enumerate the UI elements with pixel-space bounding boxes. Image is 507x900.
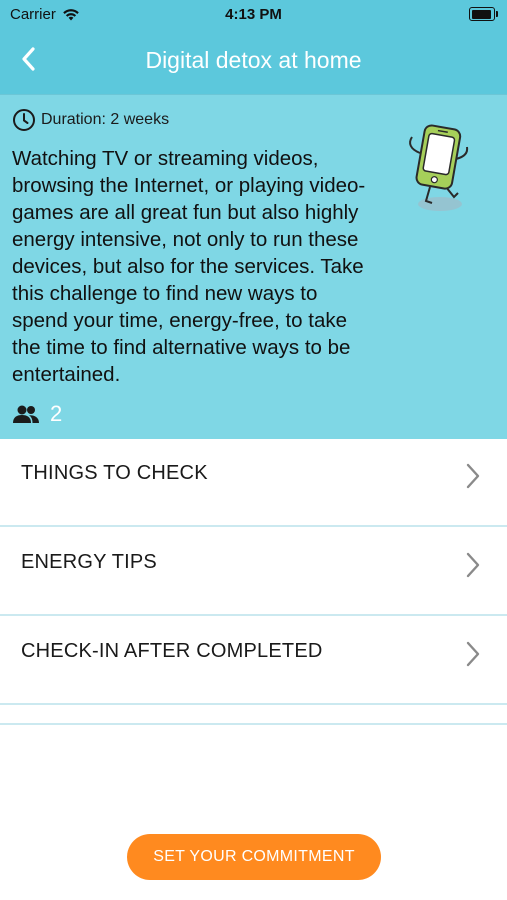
list-divider [0,705,507,725]
challenge-description: Watching TV or streaming videos, browsin… [12,147,366,386]
people-icon [13,405,39,423]
participants-info: 2 [12,401,62,427]
duration-label: Duration: 2 weeks [41,111,170,128]
clock-icon [13,109,35,131]
section-row-check-in[interactable]: CHECK-IN AFTER COMPLETED [0,616,507,705]
duration-info: Duration: 2 weeks [12,108,169,132]
clock: 4:13 PM [225,6,282,23]
smartphone-mascot-illustration [409,124,469,211]
section-label: CHECK-IN AFTER COMPLETED [21,640,323,662]
page-title: Digital detox at home [145,47,362,73]
section-row-things-to-check[interactable]: THINGS TO CHECK [0,438,507,527]
set-commitment-button[interactable]: SET YOUR COMMITMENT [127,834,381,880]
navigation-bar: Digital detox at home [0,30,507,94]
chevron-right-icon [466,641,480,667]
challenge-header: Duration: 2 weeks Watching TV or streami… [0,94,507,439]
sections-list: THINGS TO CHECK ENERGY TIPS CHECK-IN AFT… [0,438,507,725]
battery-icon [469,7,498,21]
section-label: ENERGY TIPS [21,551,157,573]
section-label: THINGS TO CHECK [21,462,208,484]
chevron-right-icon [466,552,480,578]
chevron-right-icon [466,463,480,489]
status-bar: Carrier 4:13 PM [0,0,507,30]
section-row-energy-tips[interactable]: ENERGY TIPS [0,527,507,616]
participants-count: 2 [50,401,63,426]
